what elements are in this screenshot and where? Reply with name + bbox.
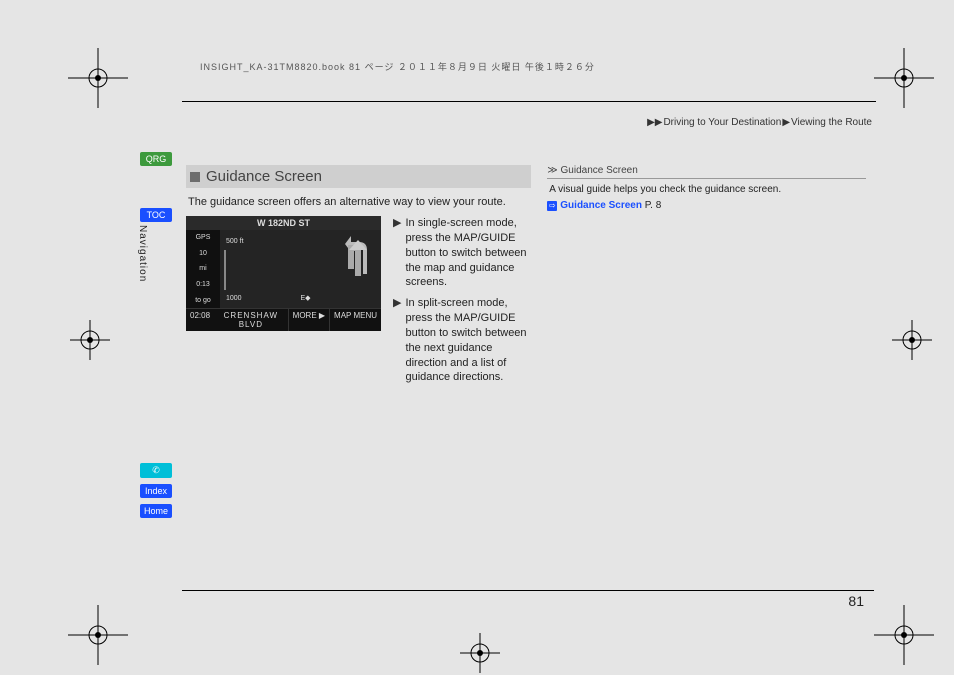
device-side-info: GPS 10 mi 0:13 to go	[186, 230, 220, 308]
breadcrumb: ▶▶Driving to Your Destination▶Viewing th…	[646, 117, 872, 128]
cross-reference-link[interactable]: ⇨Guidance Screen P. 8	[547, 200, 866, 211]
bullet-text: In split-screen mode, press the MAP/GUID…	[405, 296, 531, 385]
voice-button[interactable]: ✆	[140, 463, 172, 478]
bullet-text: In single-screen mode, press the MAP/GUI…	[405, 216, 531, 290]
bullet-item: ▶ In split-screen mode, press the MAP/GU…	[393, 296, 531, 385]
side-mark-icon	[892, 320, 932, 360]
double-chevron-icon: ≫	[547, 165, 554, 176]
toc-button[interactable]: TOC	[140, 208, 172, 222]
xref-page: P. 8	[645, 200, 662, 211]
breadcrumb-arrow-icon: ▶▶	[647, 117, 662, 128]
crop-mark-icon	[874, 48, 934, 108]
crop-mark-icon	[68, 605, 128, 665]
square-bullet-icon	[190, 172, 200, 182]
breadcrumb-a: Driving to Your Destination	[663, 117, 781, 128]
section-tab-navigation: Navigation	[137, 225, 148, 282]
home-button[interactable]: Home	[140, 504, 172, 518]
breadcrumb-b: Viewing the Route	[791, 117, 872, 128]
scale-bar-icon	[224, 250, 226, 290]
device-footer-street: CRENSHAW BLVD	[214, 309, 288, 331]
bullet-item: ▶ In single-screen mode, press the MAP/G…	[393, 216, 531, 290]
device-scale-bottom: 1000	[226, 295, 242, 302]
device-map-area: 500 ft 1000 E◆	[220, 230, 381, 308]
device-header-street: W 182ND ST	[186, 216, 381, 230]
section-intro: The guidance screen offers an alternativ…	[188, 196, 529, 208]
footer-rule	[182, 590, 874, 591]
sidebar-heading: ≫ Guidance Screen	[547, 165, 866, 176]
navigation-screenshot: W 182ND ST GPS 10 mi 0:13 to go 500 ft 1…	[186, 216, 381, 328]
side-mark-icon	[70, 320, 110, 360]
triangle-bullet-icon: ▶	[393, 296, 401, 385]
turn-arrow-icon	[345, 236, 371, 276]
device-clock: 02:08	[186, 309, 214, 331]
xref-label: Guidance Screen	[560, 200, 642, 211]
crop-mark-icon	[68, 48, 128, 108]
divider	[547, 178, 866, 179]
triangle-bullet-icon: ▶	[393, 216, 401, 290]
page-number: 81	[848, 593, 864, 609]
crop-mark-icon	[874, 605, 934, 665]
index-button[interactable]: Index	[140, 484, 172, 498]
device-compass: E◆	[301, 294, 311, 302]
section-heading: Guidance Screen	[186, 165, 531, 188]
device-scale-top: 500 ft	[226, 238, 244, 245]
device-mapmenu-button: MAP MENU	[329, 309, 381, 331]
section-title: Guidance Screen	[206, 168, 322, 185]
sidebar-title: Guidance Screen	[561, 165, 638, 176]
link-icon: ⇨	[547, 201, 557, 211]
sidebar-body: A visual guide helps you check the guida…	[549, 183, 866, 196]
device-more-button: MORE ▶	[288, 309, 329, 331]
file-stamp: INSIGHT_KA-31TM8820.book 81 ページ ２０１１年８月９…	[200, 60, 595, 73]
breadcrumb-arrow-icon: ▶	[782, 117, 790, 128]
qrg-button[interactable]: QRG	[140, 152, 172, 166]
bottom-mark-icon	[460, 633, 500, 673]
